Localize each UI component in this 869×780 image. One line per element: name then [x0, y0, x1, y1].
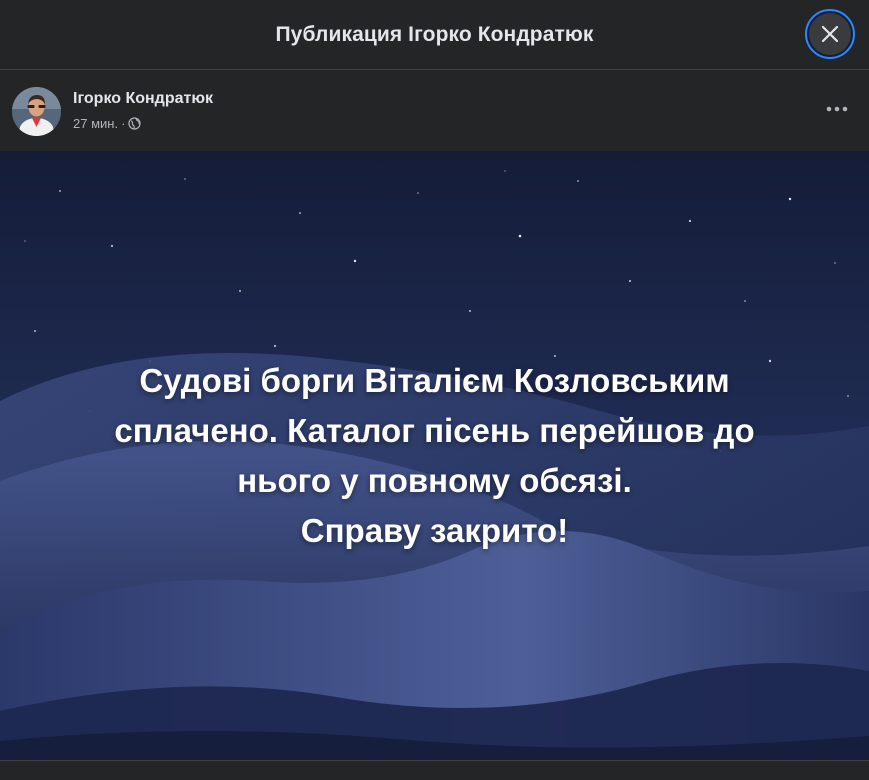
post-message-line: Судові борги Віталієм Козловським — [139, 361, 730, 399]
post-image[interactable]: Судові борги Віталієм Козловським сплаче… — [0, 151, 869, 760]
more-horizontal-icon — [826, 106, 848, 112]
modal-title: Публикация Ігорко Кондратюк — [275, 22, 594, 46]
post-message: Судові борги Віталієм Козловським сплаче… — [65, 356, 805, 556]
close-button[interactable] — [805, 9, 855, 59]
post-modal: Публикация Ігорко Кондратюк Ігорко Кондр… — [0, 0, 869, 780]
globe-icon — [128, 117, 142, 130]
post-time[interactable]: 27 мин. — [73, 116, 118, 131]
avatar[interactable] — [12, 87, 61, 136]
close-icon — [821, 25, 839, 43]
post-message-line: нього у повному обсязі. — [237, 461, 632, 499]
post-text-overlay: Судові борги Віталієм Козловським сплаче… — [0, 151, 869, 760]
modal-header: Публикация Ігорко Кондратюк — [0, 0, 869, 70]
post-message-line: Справу закрито! — [300, 511, 569, 549]
more-options-button[interactable] — [819, 95, 855, 123]
meta-separator: · — [121, 116, 126, 131]
modal-footer — [0, 760, 869, 780]
post-message-line: сплачено. Каталог пісень перейшов до — [114, 411, 755, 449]
avatar-image — [12, 87, 61, 136]
post-header: Ігорко Кондратюк 27 мин. · — [0, 71, 869, 151]
author-name[interactable]: Ігорко Кондратюк — [73, 90, 213, 108]
post-meta: 27 мин. · — [73, 116, 142, 131]
